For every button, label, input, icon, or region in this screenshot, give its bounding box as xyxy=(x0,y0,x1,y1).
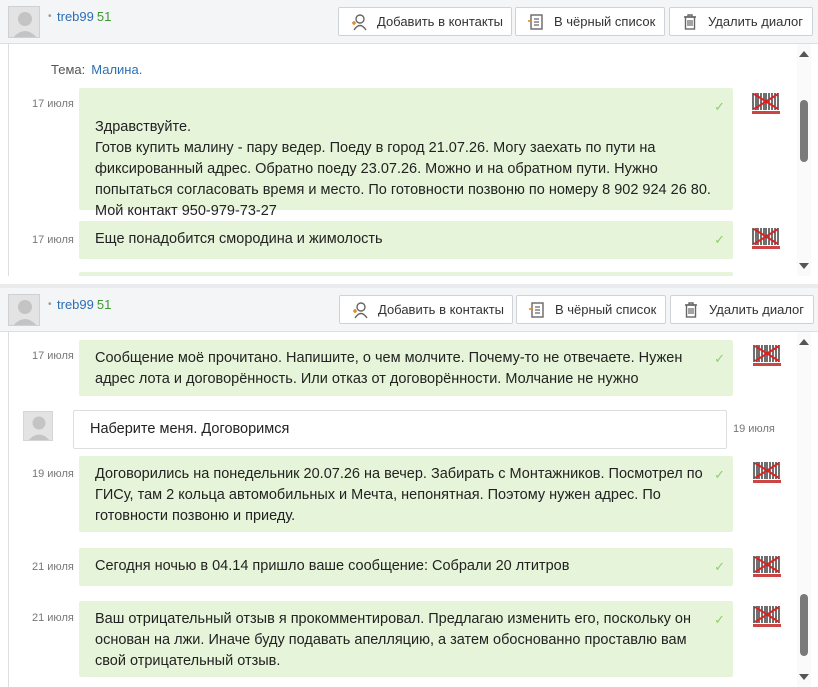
username-text: treb99 xyxy=(57,297,94,312)
outgoing-message: Договорились на понедельник 20.07.26 на … xyxy=(79,456,733,532)
user-avatar[interactable] xyxy=(8,294,40,326)
read-check-icon: ✓ xyxy=(714,467,725,482)
message-text: Ваш отрицательный отзыв я прокомментиров… xyxy=(95,611,691,669)
delete-dialog-label: Удалить диалог xyxy=(708,14,804,29)
read-check-icon: ✓ xyxy=(714,99,725,114)
user-rating: 51 xyxy=(96,9,112,24)
add-contact-button[interactable]: Добавить в контакты xyxy=(339,295,513,324)
dialog-header: • treb99 51 Добавить в контакты В чёрный … xyxy=(0,0,818,44)
message-date: 17 июля xyxy=(32,350,74,362)
username-link[interactable]: treb99 51 xyxy=(57,9,111,24)
dialog-panel-2: • treb99 51 Добавить в контакты В чёрный … xyxy=(0,288,818,687)
topic-value[interactable]: Малина. xyxy=(91,62,142,77)
read-check-icon: ✓ xyxy=(714,612,725,627)
message-text: Сообщение моё прочитано. Напишите, о чем… xyxy=(95,350,683,387)
blacklist-stamp-icon xyxy=(751,459,783,485)
message-list[interactable]: 17 июля Сообщение моё прочитано. Напишит… xyxy=(8,332,811,687)
message-text: Сегодня ночью в 04.14 пришло ваше сообще… xyxy=(95,558,570,574)
message-date: 21 июля xyxy=(32,612,74,624)
blacklist-stamp-icon xyxy=(750,90,782,116)
message-text: Еще понадобится смородина и жимолость xyxy=(95,231,383,247)
topic-label: Тема: xyxy=(51,62,86,77)
message-date: 19 июля xyxy=(733,423,775,435)
blacklist-stamp-icon xyxy=(751,553,783,579)
outgoing-message: Ваш отрицательный отзыв я прокомментиров… xyxy=(79,601,733,677)
read-check-icon: ✓ xyxy=(714,351,725,366)
message-date: 17 июля xyxy=(32,234,74,246)
scrollbar[interactable] xyxy=(797,44,811,276)
message-text: Договорились на понедельник 20.07.26 на … xyxy=(95,466,703,524)
outgoing-message: Здравствуйте. Готов купить малину - пару… xyxy=(79,88,733,219)
delete-dialog-button[interactable]: Удалить диалог xyxy=(669,7,813,36)
sender-avatar[interactable] xyxy=(23,411,53,441)
scrollbar-thumb[interactable] xyxy=(800,100,808,162)
read-check-icon: ✓ xyxy=(714,559,725,574)
username-link[interactable]: treb99 51 xyxy=(57,297,111,312)
message-text: Здравствуйте. Готов купить малину - пару… xyxy=(95,119,711,219)
message-date: 21 июля xyxy=(32,561,74,573)
outgoing-message-partial xyxy=(79,272,733,276)
blacklist-button[interactable]: В чёрный список xyxy=(515,7,665,36)
scroll-up-icon[interactable] xyxy=(799,51,809,57)
delete-dialog-label: Удалить диалог xyxy=(709,302,805,317)
blacklist-button[interactable]: В чёрный список xyxy=(516,295,666,324)
outgoing-message: Сегодня ночью в 04.14 пришло ваше сообще… xyxy=(79,548,733,586)
blacklist-icon xyxy=(528,14,543,30)
scroll-down-icon[interactable] xyxy=(799,674,809,680)
online-dot-icon: • xyxy=(48,11,52,22)
blacklist-icon xyxy=(529,302,544,318)
add-contact-button[interactable]: Добавить в контакты xyxy=(338,7,512,36)
dialog-header: • treb99 51 Добавить в контакты В чёрный … xyxy=(0,288,818,332)
blacklist-label: В чёрный список xyxy=(555,302,657,317)
outgoing-message: Еще понадобится смородина и жимолость ✓ xyxy=(79,221,733,259)
username-text: treb99 xyxy=(57,9,94,24)
blacklist-label: В чёрный список xyxy=(554,14,656,29)
dialog-panel-1: • treb99 51 Добавить в контакты В чёрный … xyxy=(0,0,818,284)
message-date: 17 июля xyxy=(32,98,74,110)
blacklist-stamp-icon xyxy=(751,603,783,629)
add-contact-label: Добавить в контакты xyxy=(378,302,504,317)
add-contact-label: Добавить в контакты xyxy=(377,14,503,29)
scroll-down-icon[interactable] xyxy=(799,263,809,269)
online-dot-icon: • xyxy=(48,299,52,310)
read-check-icon: ✓ xyxy=(714,232,725,247)
add-contact-icon xyxy=(353,302,368,319)
scroll-up-icon[interactable] xyxy=(799,339,809,345)
topic-line: Тема: Малина. xyxy=(51,62,142,77)
message-date: 19 июля xyxy=(32,468,74,480)
scrollbar-thumb[interactable] xyxy=(800,594,808,656)
scrollbar[interactable] xyxy=(797,332,811,687)
blacklist-stamp-icon xyxy=(751,342,783,368)
blacklist-stamp-icon xyxy=(750,225,782,251)
user-rating: 51 xyxy=(96,297,112,312)
incoming-message: Наберите меня. Договоримся xyxy=(73,410,727,449)
message-text: Наберите меня. Договоримся xyxy=(90,421,290,437)
delete-dialog-button[interactable]: Удалить диалог xyxy=(670,295,814,324)
add-contact-icon xyxy=(352,14,367,31)
message-list[interactable]: Тема: Малина. 17 июля Здравствуйте. Готов… xyxy=(8,44,811,276)
user-avatar[interactable] xyxy=(8,6,40,38)
outgoing-message: Сообщение моё прочитано. Напишите, о чем… xyxy=(79,340,733,396)
trash-icon xyxy=(684,14,696,30)
trash-icon xyxy=(685,302,697,318)
